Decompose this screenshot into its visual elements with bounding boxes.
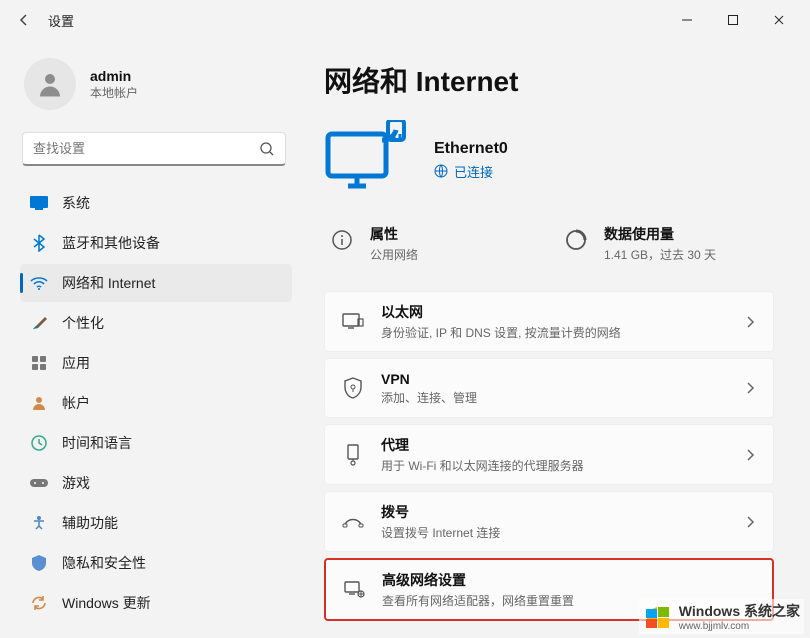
chevron-right-icon <box>743 381 757 395</box>
card-sub: 添加、连接、管理 <box>381 389 727 406</box>
close-icon <box>773 14 785 26</box>
nav-item-privacy[interactable]: 隐私和安全性 <box>20 544 292 582</box>
nav-item-system[interactable]: 系统 <box>20 184 292 222</box>
nav-item-label: 时间和语言 <box>62 433 132 453</box>
vpn-icon <box>341 376 365 400</box>
search-box[interactable] <box>22 132 286 166</box>
window-controls <box>664 4 802 36</box>
close-button[interactable] <box>756 4 802 36</box>
card-sub: 用于 Wi-Fi 和以太网连接的代理服务器 <box>381 457 727 474</box>
nav-item-gaming[interactable]: 游戏 <box>20 464 292 502</box>
user-name: admin <box>90 68 138 84</box>
network-status: Ethernet0 已连接 <box>324 120 774 200</box>
content: 网络和 Internet Ethernet0 已连接 <box>300 40 810 638</box>
maximize-icon <box>727 14 739 26</box>
watermark-url: www.bjjmlv.com <box>679 621 800 632</box>
back-button[interactable] <box>8 4 40 36</box>
bluetooth-icon <box>30 234 48 252</box>
card-ethernet[interactable]: 以太网 身份验证, IP 和 DNS 设置, 按流量计费的网络 <box>324 291 774 352</box>
chevron-right-icon <box>743 515 757 529</box>
watermark-text: Windows 系统之家 <box>679 601 800 621</box>
nav-item-label: Windows 更新 <box>62 593 151 613</box>
system-icon <box>30 194 48 212</box>
avatar <box>24 58 76 110</box>
nav-item-accounts[interactable]: 帐户 <box>20 384 292 422</box>
page-title: 网络和 Internet <box>324 60 774 100</box>
accessibility-icon <box>30 514 48 532</box>
nav-item-label: 应用 <box>62 353 90 373</box>
nav: 系统 蓝牙和其他设备 网络和 Internet 个性化 应用 帐户 <box>20 184 292 622</box>
nav-item-label: 系统 <box>62 193 90 213</box>
titlebar: 设置 <box>0 0 810 40</box>
globe-icon <box>434 164 448 178</box>
advanced-network-icon <box>342 578 366 602</box>
shield-icon <box>30 554 48 572</box>
nav-item-personalization[interactable]: 个性化 <box>20 304 292 342</box>
windows-logo-icon <box>643 603 671 631</box>
nav-item-label: 网络和 Internet <box>62 273 155 293</box>
stat-sub: 1.41 GB，过去 30 天 <box>604 246 716 263</box>
watermark: Windows 系统之家 www.bjjmlv.com <box>639 599 804 634</box>
person-icon <box>35 69 65 99</box>
user-row[interactable]: admin 本地帐户 <box>20 52 292 128</box>
connection-status: 已连接 <box>434 162 508 181</box>
card-title: VPN <box>381 371 727 387</box>
card-title: 以太网 <box>381 302 727 322</box>
nav-item-network[interactable]: 网络和 Internet <box>20 264 292 302</box>
monitor-ethernet-icon <box>324 120 412 200</box>
account-icon <box>30 394 48 412</box>
search-icon <box>259 141 275 157</box>
nav-item-label: 个性化 <box>62 313 104 333</box>
card-title: 高级网络设置 <box>382 570 756 590</box>
nav-item-bluetooth[interactable]: 蓝牙和其他设备 <box>20 224 292 262</box>
card-proxy[interactable]: 代理 用于 Wi-Fi 和以太网连接的代理服务器 <box>324 424 774 485</box>
stat-usage[interactable]: 数据使用量 1.41 GB，过去 30 天 <box>558 218 774 269</box>
stats-row: 属性 公用网络 数据使用量 1.41 GB，过去 30 天 <box>324 218 774 269</box>
update-icon <box>30 594 48 612</box>
stat-title: 属性 <box>370 224 418 244</box>
card-title: 拨号 <box>381 502 727 522</box>
brush-icon <box>30 314 48 332</box>
wifi-icon <box>30 274 48 292</box>
ethernet-icon <box>341 310 365 334</box>
nav-item-label: 帐户 <box>62 393 90 413</box>
apps-icon <box>30 354 48 372</box>
minimize-icon <box>681 14 693 26</box>
stat-title: 数据使用量 <box>604 224 716 244</box>
gaming-icon <box>30 474 48 492</box>
stat-sub: 公用网络 <box>370 246 418 263</box>
minimize-button[interactable] <box>664 4 710 36</box>
card-sub: 设置拨号 Internet 连接 <box>381 524 727 541</box>
connection-name: Ethernet0 <box>434 140 508 158</box>
chevron-right-icon <box>743 315 757 329</box>
nav-item-time-language[interactable]: 时间和语言 <box>20 424 292 462</box>
nav-item-accessibility[interactable]: 辅助功能 <box>20 504 292 542</box>
stat-properties[interactable]: 属性 公用网络 <box>324 218 540 269</box>
nav-item-apps[interactable]: 应用 <box>20 344 292 382</box>
app-title: 设置 <box>48 11 74 30</box>
arrow-left-icon <box>16 12 32 28</box>
nav-item-update[interactable]: Windows 更新 <box>20 584 292 622</box>
nav-item-label: 蓝牙和其他设备 <box>62 233 160 253</box>
card-vpn[interactable]: VPN 添加、连接、管理 <box>324 358 774 418</box>
proxy-icon <box>341 443 365 467</box>
user-type: 本地帐户 <box>90 84 138 101</box>
card-dialup[interactable]: 拨号 设置拨号 Internet 连接 <box>324 491 774 552</box>
sidebar: admin 本地帐户 系统 蓝牙和其他设备 网络和 Internet <box>0 40 300 638</box>
nav-item-label: 游戏 <box>62 473 90 493</box>
clock-icon <box>30 434 48 452</box>
cards-list: 以太网 身份验证, IP 和 DNS 设置, 按流量计费的网络 VPN 添加、连… <box>324 291 774 621</box>
maximize-button[interactable] <box>710 4 756 36</box>
card-title: 代理 <box>381 435 727 455</box>
nav-item-label: 辅助功能 <box>62 513 118 533</box>
data-usage-icon <box>562 226 590 254</box>
dialup-icon <box>341 510 365 534</box>
card-sub: 身份验证, IP 和 DNS 设置, 按流量计费的网络 <box>381 324 727 341</box>
nav-item-label: 隐私和安全性 <box>62 553 146 573</box>
chevron-right-icon <box>743 448 757 462</box>
search-input[interactable] <box>33 141 259 156</box>
info-icon <box>328 226 356 254</box>
